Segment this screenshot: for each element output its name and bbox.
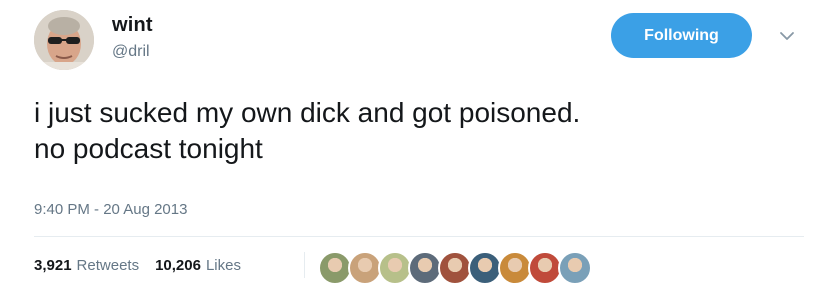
tweet-stats: 3,921 Retweets 10,206 Likes [34,257,241,274]
likes-label: Likes [205,257,241,274]
liker-avatar-1[interactable] [318,251,352,285]
liker-avatar-8[interactable] [528,251,562,285]
liker-avatar-3[interactable] [378,251,412,285]
retweets-stat[interactable]: 3,921 Retweets [34,257,139,274]
stats-divider [304,252,305,278]
following-button[interactable]: Following [611,13,752,58]
retweets-count: 3,921 [34,257,72,274]
likes-count: 10,206 [155,257,201,274]
liker-avatar-2[interactable] [348,251,382,285]
chevron-down-icon[interactable] [775,24,799,48]
liker-avatar-4[interactable] [408,251,442,285]
avatar[interactable] [34,10,94,70]
liker-avatar-6[interactable] [468,251,502,285]
screen-name[interactable]: @dril [112,43,150,61]
liker-avatars [318,251,592,285]
liker-avatar-7[interactable] [498,251,532,285]
retweets-label: Retweets [76,257,140,274]
liker-avatar-5[interactable] [438,251,472,285]
divider [34,236,804,237]
likes-stat[interactable]: 10,206 Likes [155,257,241,274]
liker-avatar-9[interactable] [558,251,592,285]
tweet-text: i just sucked my own dick and got poison… [34,97,581,164]
avatar-image [34,10,94,70]
tweet-timestamp[interactable]: 9:40 PM - 20 Aug 2013 [34,201,187,218]
tweet-card: wint @dril Following i just sucked my ow… [0,0,828,285]
display-name[interactable]: wint [112,14,153,37]
